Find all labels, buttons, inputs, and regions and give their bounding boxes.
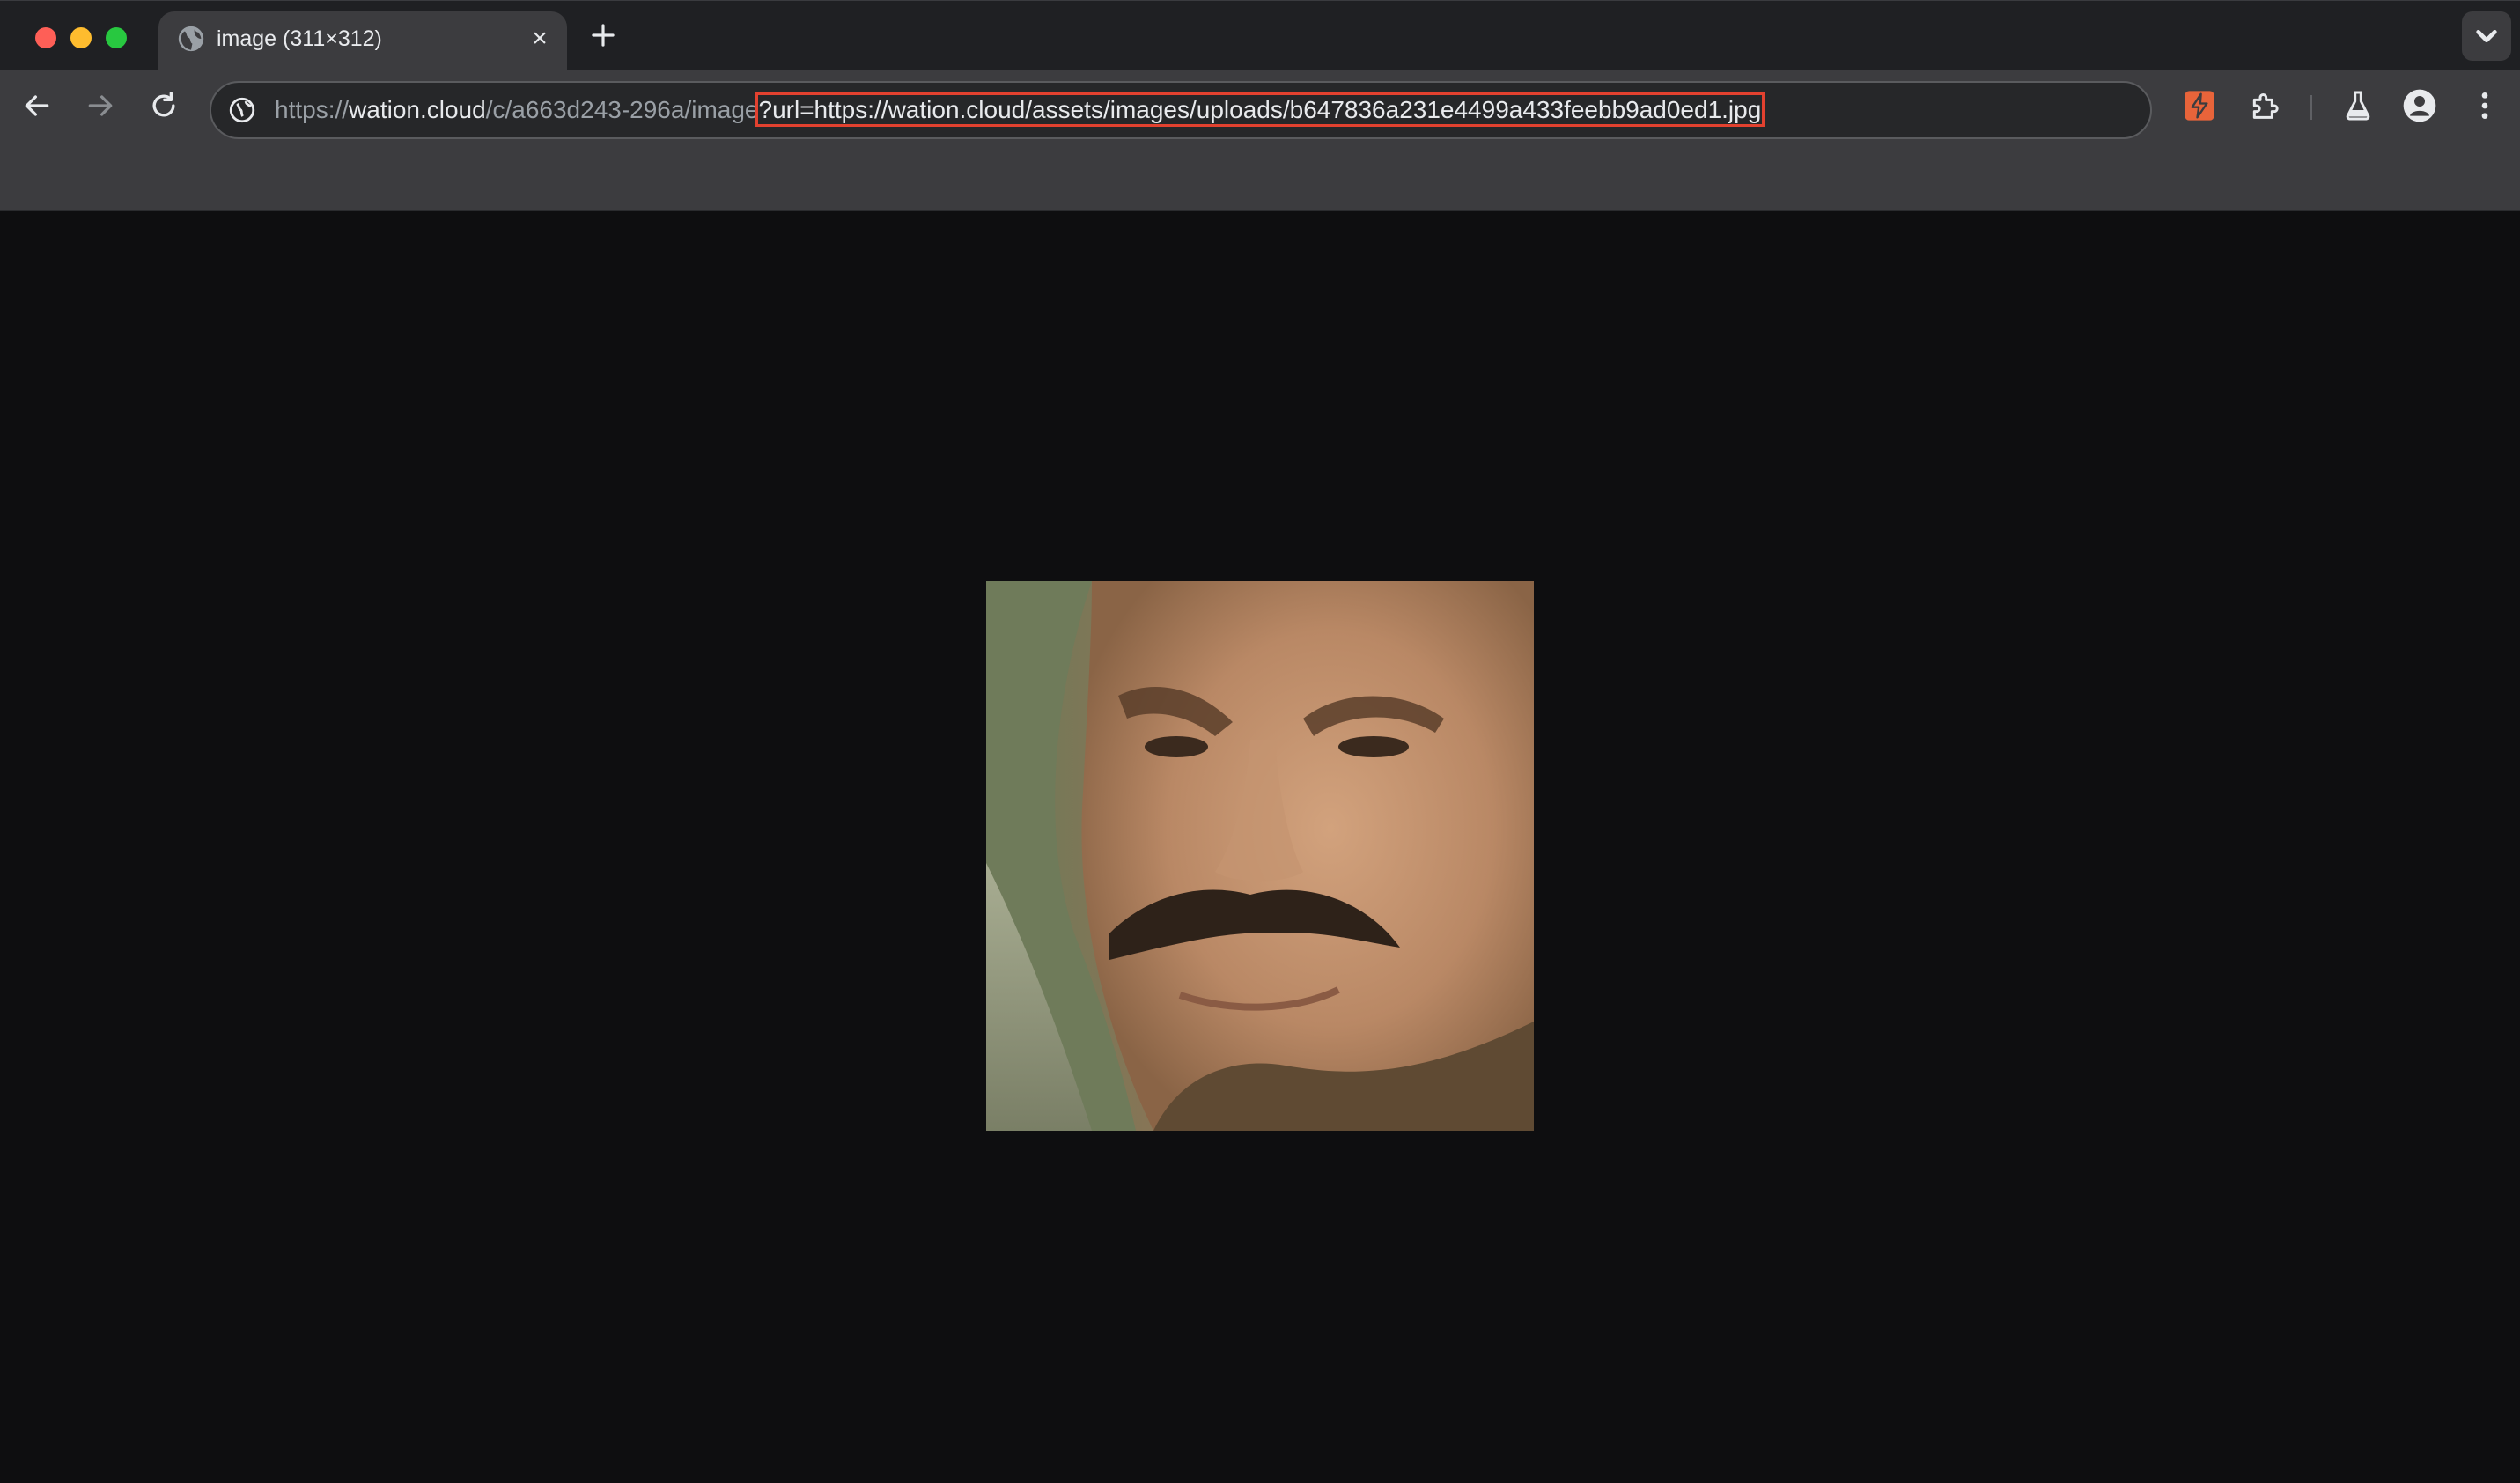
minimize-window-button[interactable] — [70, 27, 92, 48]
tab-search-button[interactable] — [2462, 11, 2511, 61]
close-window-button[interactable] — [35, 27, 56, 48]
url-scheme: https:// — [275, 96, 350, 123]
arrow-right-icon[interactable] — [83, 88, 118, 123]
profile-icon[interactable] — [2402, 88, 2437, 123]
url-query-highlighted: ?url=https://watio​n.cloud/assets/images… — [755, 92, 1765, 127]
kebab-menu-icon[interactable] — [2467, 88, 2502, 123]
globe-icon — [178, 26, 204, 52]
bookmarks-bar — [0, 141, 2520, 211]
chevron-down-icon — [2476, 30, 2497, 43]
url-text[interactable]: https://wation.cloud/c/a663d243-296a/ima… — [275, 92, 1765, 127]
tab-close-button[interactable]: × — [527, 26, 553, 52]
displayed-image[interactable] — [986, 581, 1534, 1131]
plus-icon[interactable] — [586, 18, 620, 52]
maximize-window-button[interactable] — [106, 27, 127, 48]
puzzle-icon[interactable] — [2247, 88, 2282, 123]
browser-toolbar: https://wation.cloud/c/a663d243-296a/ima… — [0, 70, 2520, 141]
image-viewer — [0, 211, 2520, 1483]
arrow-left-icon[interactable] — [19, 88, 55, 123]
zap-extension-icon[interactable] — [2182, 88, 2217, 123]
browser-window: image (311×312) × https://wation.cloud/c… — [0, 0, 2520, 1483]
reload-icon[interactable] — [146, 88, 181, 123]
url-host: wation.cloud — [349, 96, 486, 123]
labs-flask-icon[interactable] — [2340, 88, 2376, 123]
tab-active[interactable]: image (311×312) × — [158, 11, 567, 71]
tab-title: image (311×312) — [217, 26, 382, 51]
tab-strip: image (311×312) × — [0, 0, 2520, 71]
toolbar-divider — [2310, 95, 2312, 120]
url-path: /c/a663d243-296a/image — [485, 96, 759, 123]
site-info-icon[interactable] — [227, 95, 257, 125]
address-bar[interactable]: https://wation.cloud/c/a663d243-296a/ima… — [210, 81, 2152, 139]
